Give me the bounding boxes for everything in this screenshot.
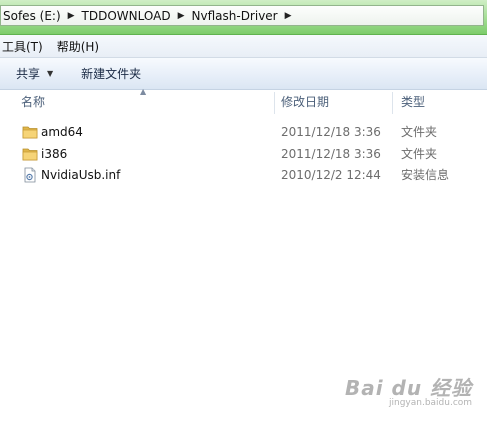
share-label: 共享 [16,67,41,81]
baidu-watermark: Bai du 经验 jingyan.baidu.com [345,372,475,416]
file-type: 文件夹 [401,147,438,161]
folder-icon [22,148,38,161]
column-divider[interactable] [392,92,393,114]
new-folder-button[interactable]: 新建文件夹 [81,65,141,82]
breadcrumb-drive[interactable]: Sofes (E:) [3,9,61,23]
inf-file-icon [24,167,36,183]
breadcrumb-separator-icon[interactable]: ▶ [285,11,292,21]
chevron-down-icon: ▼ [47,69,54,78]
column-header-date[interactable]: 修改日期 [281,90,329,115]
column-header-type[interactable]: 类型 [401,90,425,115]
breadcrumb-nvflash-driver[interactable]: Nvflash-Driver [192,9,278,23]
column-header-row: ▲ 名称 修改日期 类型 [0,87,487,115]
column-divider[interactable] [274,92,275,114]
sort-ascending-icon: ▲ [140,87,147,96]
column-header-name[interactable]: 名称 [21,90,45,115]
file-type: 文件夹 [401,125,438,139]
file-name: i386 [41,147,68,161]
file-name: amd64 [41,125,83,139]
file-date: 2010/12/2 12:44 [281,168,381,182]
list-item-i386[interactable]: i386 2011/12/18 3:36 文件夹 [0,144,487,165]
menu-tools[interactable]: 工具(T) [0,38,51,55]
new-folder-label: 新建文件夹 [81,67,142,81]
breadcrumb-tddownload[interactable]: TDDOWNLOAD [82,9,171,23]
file-date: 2011/12/18 3:36 [281,147,381,161]
list-item-nvidiausb-inf[interactable]: NvidiaUsb.inf 2010/12/2 12:44 安装信息 [0,165,487,186]
share-button[interactable]: 共享 ▼ [16,65,53,82]
folder-icon [22,126,38,139]
command-toolbar: 共享 ▼ 新建文件夹 [0,58,487,90]
breadcrumb-separator-icon[interactable]: ▶ [178,11,185,21]
file-type: 安装信息 [401,168,450,182]
list-item-amd64[interactable]: amd64 2011/12/18 3:36 文件夹 [0,122,487,143]
menu-bar: 工具(T) 帮助(H) [0,35,487,58]
title-bar: Sofes (E:) ▶ TDDOWNLOAD ▶ Nvflash-Driver… [0,0,487,35]
address-bar[interactable]: Sofes (E:) ▶ TDDOWNLOAD ▶ Nvflash-Driver… [0,5,484,26]
menu-help[interactable]: 帮助(H) [51,38,107,55]
watermark-url: jingyan.baidu.com [389,398,473,408]
watermark-logo: Bai du 经验 [345,376,473,400]
file-name: NvidiaUsb.inf [41,168,121,182]
file-date: 2011/12/18 3:36 [281,125,381,139]
breadcrumb-separator-icon[interactable]: ▶ [68,11,75,21]
